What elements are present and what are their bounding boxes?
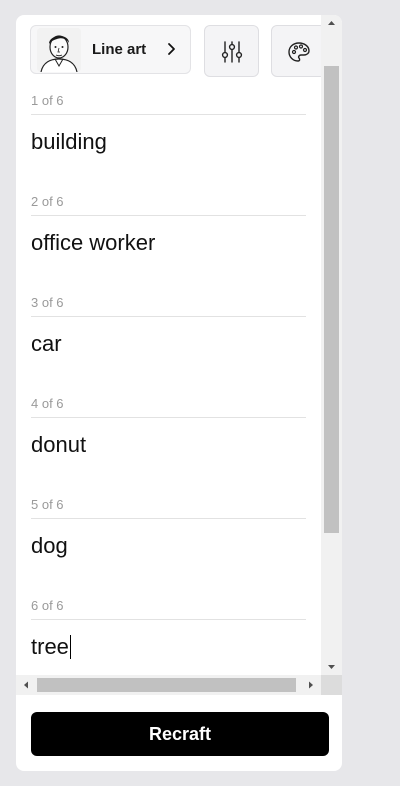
- scroll-right-button[interactable]: [301, 677, 321, 693]
- palette-icon: [288, 42, 310, 62]
- prompt-counter: 5 of 6: [31, 497, 64, 512]
- recraft-panel: Line art 1 of 6 building 2 of 6 office w…: [16, 15, 342, 771]
- sliders-icon: [221, 41, 243, 63]
- line-art-portrait-icon: [37, 28, 81, 72]
- prompt-counter: 2 of 6: [31, 194, 64, 209]
- scroll-down-arrow-icon: [328, 665, 335, 669]
- horizontal-scrollbar[interactable]: [16, 675, 321, 695]
- prompt-input[interactable]: dog: [31, 533, 68, 559]
- prompt-counter: 1 of 6: [31, 93, 64, 108]
- prompt-input-active[interactable]: tree: [31, 634, 71, 660]
- prompt-counter: 6 of 6: [31, 598, 64, 613]
- prompt-input[interactable]: office worker: [31, 230, 155, 256]
- divider: [31, 619, 306, 620]
- style-selector-label: Line art: [92, 41, 147, 58]
- scroll-left-arrow-icon: [24, 681, 28, 689]
- prompt-input[interactable]: donut: [31, 432, 86, 458]
- horizontal-scroll-thumb[interactable]: [37, 678, 296, 692]
- recraft-button[interactable]: Recraft: [31, 712, 329, 756]
- color-palette-button[interactable]: [271, 25, 321, 77]
- scroll-right-arrow-icon: [309, 681, 313, 689]
- scroll-up-button[interactable]: [321, 15, 342, 31]
- divider: [31, 114, 306, 115]
- divider: [31, 316, 306, 317]
- prompt-counter: 3 of 6: [31, 295, 64, 310]
- divider: [31, 215, 306, 216]
- chevron-right-icon: [168, 43, 175, 55]
- vertical-scroll-thumb[interactable]: [324, 66, 339, 533]
- prompt-scroll-area[interactable]: Line art 1 of 6 building 2 of 6 office w…: [16, 15, 321, 675]
- style-toolbar: Line art: [30, 25, 321, 77]
- vertical-scrollbar[interactable]: [321, 15, 342, 675]
- style-selector-button[interactable]: Line art: [30, 25, 191, 74]
- scroll-down-button[interactable]: [321, 659, 342, 675]
- prompt-input[interactable]: building: [31, 129, 107, 155]
- adjustments-button[interactable]: [204, 25, 259, 77]
- divider: [31, 417, 306, 418]
- prompt-counter: 4 of 6: [31, 396, 64, 411]
- scrollbar-corner: [321, 675, 342, 695]
- scroll-left-button[interactable]: [16, 677, 36, 693]
- divider: [31, 518, 306, 519]
- prompt-input[interactable]: car: [31, 331, 62, 357]
- scroll-up-arrow-icon: [328, 21, 335, 25]
- text-caret: [69, 635, 71, 659]
- prompt-input-text: tree: [31, 634, 69, 659]
